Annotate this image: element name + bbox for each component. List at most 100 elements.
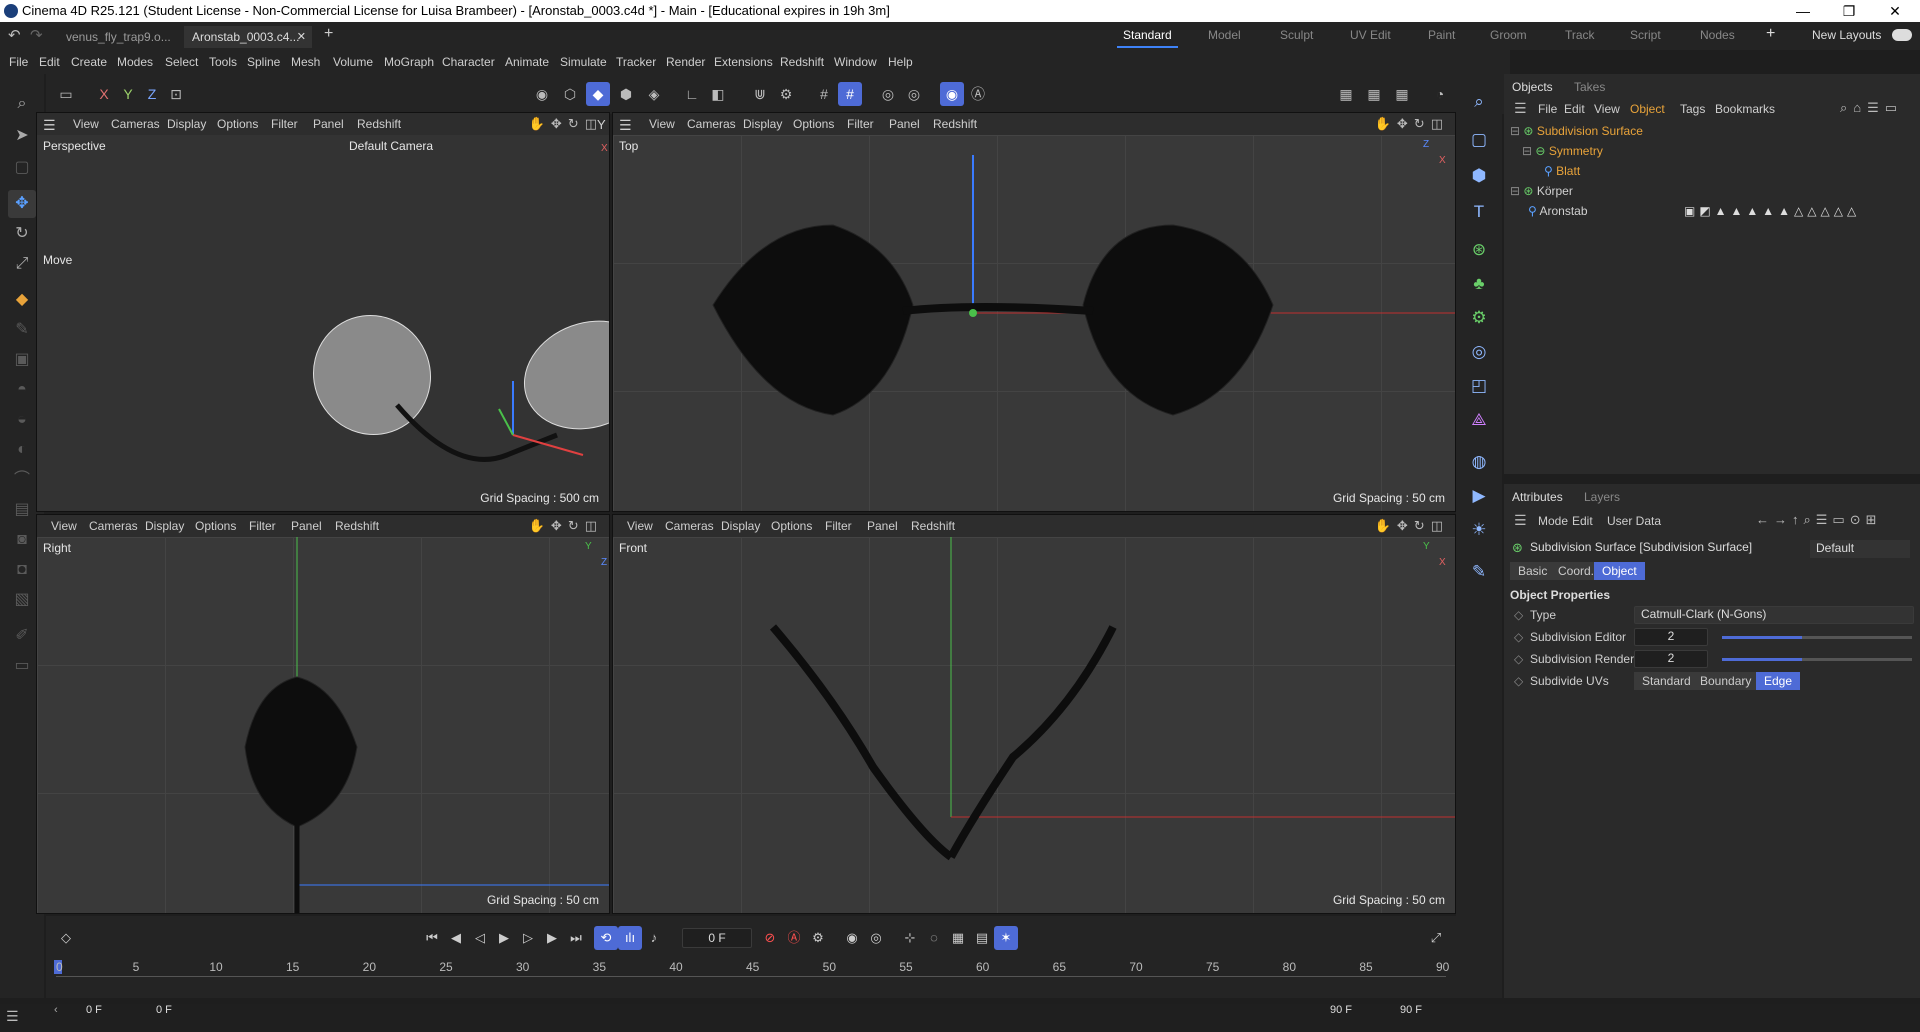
close-button[interactable]: ✕ [1872,0,1918,22]
attr-menu-edit[interactable]: Edit [1572,514,1593,528]
menu-tracker[interactable]: Tracker [616,55,656,69]
viewport-nav-icons[interactable]: ✋✥↻◫ [1375,518,1449,534]
diamond-icon[interactable]: ◇ [1514,652,1523,666]
brush-tool-icon[interactable]: ✎ [8,316,36,344]
layout-script[interactable]: Script [1630,28,1661,42]
undo-panel-icon[interactable]: ▭ [54,82,78,106]
autokey-icon[interactable]: Ⓐ [782,926,806,950]
next-key-icon[interactable]: ▶ [540,926,564,950]
key-pla-icon[interactable]: ▦ [946,926,970,950]
generator-icon[interactable]: ⊛ [1465,236,1493,264]
sub-renderer-slider[interactable] [1722,658,1912,661]
render-picture-viewer-icon[interactable]: ▦ [1362,82,1386,106]
layout-nodes[interactable]: Nodes [1700,28,1735,42]
bevel-tool-icon[interactable]: ◐ [8,436,36,464]
viewport-top[interactable]: ☰ View Cameras Display Options Filter Pa… [612,112,1456,512]
key-scale-icon[interactable]: ⊹ [898,926,922,950]
timeline-ruler[interactable] [56,976,1446,977]
vp-menu-display[interactable]: Display [145,519,184,533]
menu-edit[interactable]: Edit [39,55,60,69]
magnet-tool-icon[interactable]: ▣ [8,346,36,374]
vp-menu-cameras[interactable]: Cameras [665,519,714,533]
snap-settings-icon[interactable]: ⚙ [774,82,798,106]
viewport-hamburger-icon[interactable]: ☰ [43,117,56,134]
spline-object-icon[interactable]: ⟁ [1465,406,1493,434]
key-position-icon[interactable]: ◉ [840,926,864,950]
vp-menu-panel[interactable]: Panel [867,519,898,533]
points-mode-icon[interactable]: ◉ [530,82,554,106]
menu-mesh[interactable]: Mesh [291,55,320,69]
redshift-icon[interactable]: ◔ [1428,82,1452,106]
axis-x-button[interactable]: X [92,82,116,106]
menu-simulate[interactable]: Simulate [560,55,607,69]
layout-sculpt[interactable]: Sculpt [1280,28,1313,42]
tab-objects[interactable]: Objects [1512,80,1553,94]
layout-standard[interactable]: Standard [1117,28,1178,48]
keyframe-icon[interactable]: ◇ [54,926,78,950]
rotate-tool-icon[interactable]: ↻ [8,220,36,248]
solo-icon[interactable]: ◉ [940,82,964,106]
tab-takes[interactable]: Takes [1574,80,1605,94]
obj-menu-object[interactable]: Object [1630,102,1665,116]
loop-icon[interactable]: ⟲ [594,926,618,950]
key-settings-icon[interactable]: ⚙ [806,926,830,950]
viewport-hamburger-icon[interactable]: ☰ [619,117,632,134]
uv-standard[interactable]: Standard [1634,672,1699,690]
vp-menu-redshift[interactable]: Redshift [335,519,379,533]
text-object-icon[interactable]: T [1465,198,1493,226]
diamond-icon[interactable]: ◇ [1514,674,1523,688]
uv-edge[interactable]: Edge [1756,672,1801,690]
object-row-blatt[interactable]: ⚲ Blatt [1544,164,1580,184]
camera-object-icon[interactable]: ▶ [1465,482,1493,510]
new-layouts-button[interactable]: New Layouts [1812,28,1881,42]
objects-hamburger-icon[interactable]: ☰ [1514,100,1527,117]
grid-icon[interactable]: # [812,82,836,106]
key-param-icon[interactable]: ◌ [922,926,946,950]
axis-y-button[interactable]: Y [116,82,140,106]
viewport-nav-icons[interactable]: ✋✥↻◫ [529,518,603,534]
menu-help[interactable]: Help [888,55,913,69]
range-end2-field[interactable]: 90 F [1400,1004,1422,1016]
axis-mode-icon[interactable]: ∟ [680,82,704,106]
viewport-right[interactable]: View Cameras Display Options Filter Pane… [36,514,610,914]
add-tab-icon[interactable]: + [324,25,333,43]
vp-menu-panel[interactable]: Panel [291,519,322,533]
viewport-perspective[interactable]: ☰ View Cameras Display Options Filter Pa… [36,112,610,512]
vp-menu-cameras[interactable]: Cameras [111,117,160,131]
cube-object-icon[interactable]: ⬢ [1465,162,1493,190]
bridge-tool-icon[interactable]: ⌒ [8,466,36,494]
move-tool-icon[interactable]: ✥ [8,190,36,218]
subtab-object[interactable]: Object [1594,562,1645,580]
record-icon[interactable]: ⊘ [758,926,782,950]
preset-dropdown[interactable]: Default [1810,540,1910,558]
vp-menu-view[interactable]: View [627,519,653,533]
layout-toggle[interactable] [1892,29,1912,41]
range-end-field[interactable]: 90 F [1330,1004,1352,1016]
obj-menu-bookmarks[interactable]: Bookmarks [1715,102,1775,116]
menu-character[interactable]: Character [442,55,495,69]
layout-groom[interactable]: Groom [1490,28,1527,42]
menu-extensions[interactable]: Extensions [714,55,773,69]
vp-menu-view[interactable]: View [73,117,99,131]
sub-renderer-field[interactable]: 2 [1634,650,1708,668]
vp-menu-view[interactable]: View [649,117,675,131]
vp-menu-redshift[interactable]: Redshift [933,117,977,131]
menu-create[interactable]: Create [71,55,107,69]
doc-tab-venus[interactable]: venus_fly_trap9.o... [58,26,179,48]
close-tab-icon[interactable]: ✕ [297,26,306,48]
key-rotation-icon[interactable]: ◎ [864,926,888,950]
go-to-start-icon[interactable]: ⏮ [420,926,444,950]
diamond-icon[interactable]: ◇ [1514,608,1523,622]
object-tool-icon[interactable]: ◓ [8,376,36,404]
object-row-aronstab[interactable]: ⚲ Aronstab [1528,204,1588,224]
vp-menu-cameras[interactable]: Cameras [687,117,736,131]
camera-view-icon[interactable]: ⌕ [1465,88,1493,116]
layout-uv-edit[interactable]: UV Edit [1350,28,1391,42]
lock-workplane-icon[interactable]: Ⓐ [966,82,990,106]
redo-icon[interactable]: ↷ [30,26,43,44]
vp-menu-filter[interactable]: Filter [847,117,874,131]
undo-icon[interactable]: ↶ [8,26,21,44]
aronstab-tags[interactable]: ▣◩▲▲▲▲▲△△△△△ [1684,204,1860,218]
vp-menu-options[interactable]: Options [793,117,834,131]
vp-menu-display[interactable]: Display [721,519,760,533]
